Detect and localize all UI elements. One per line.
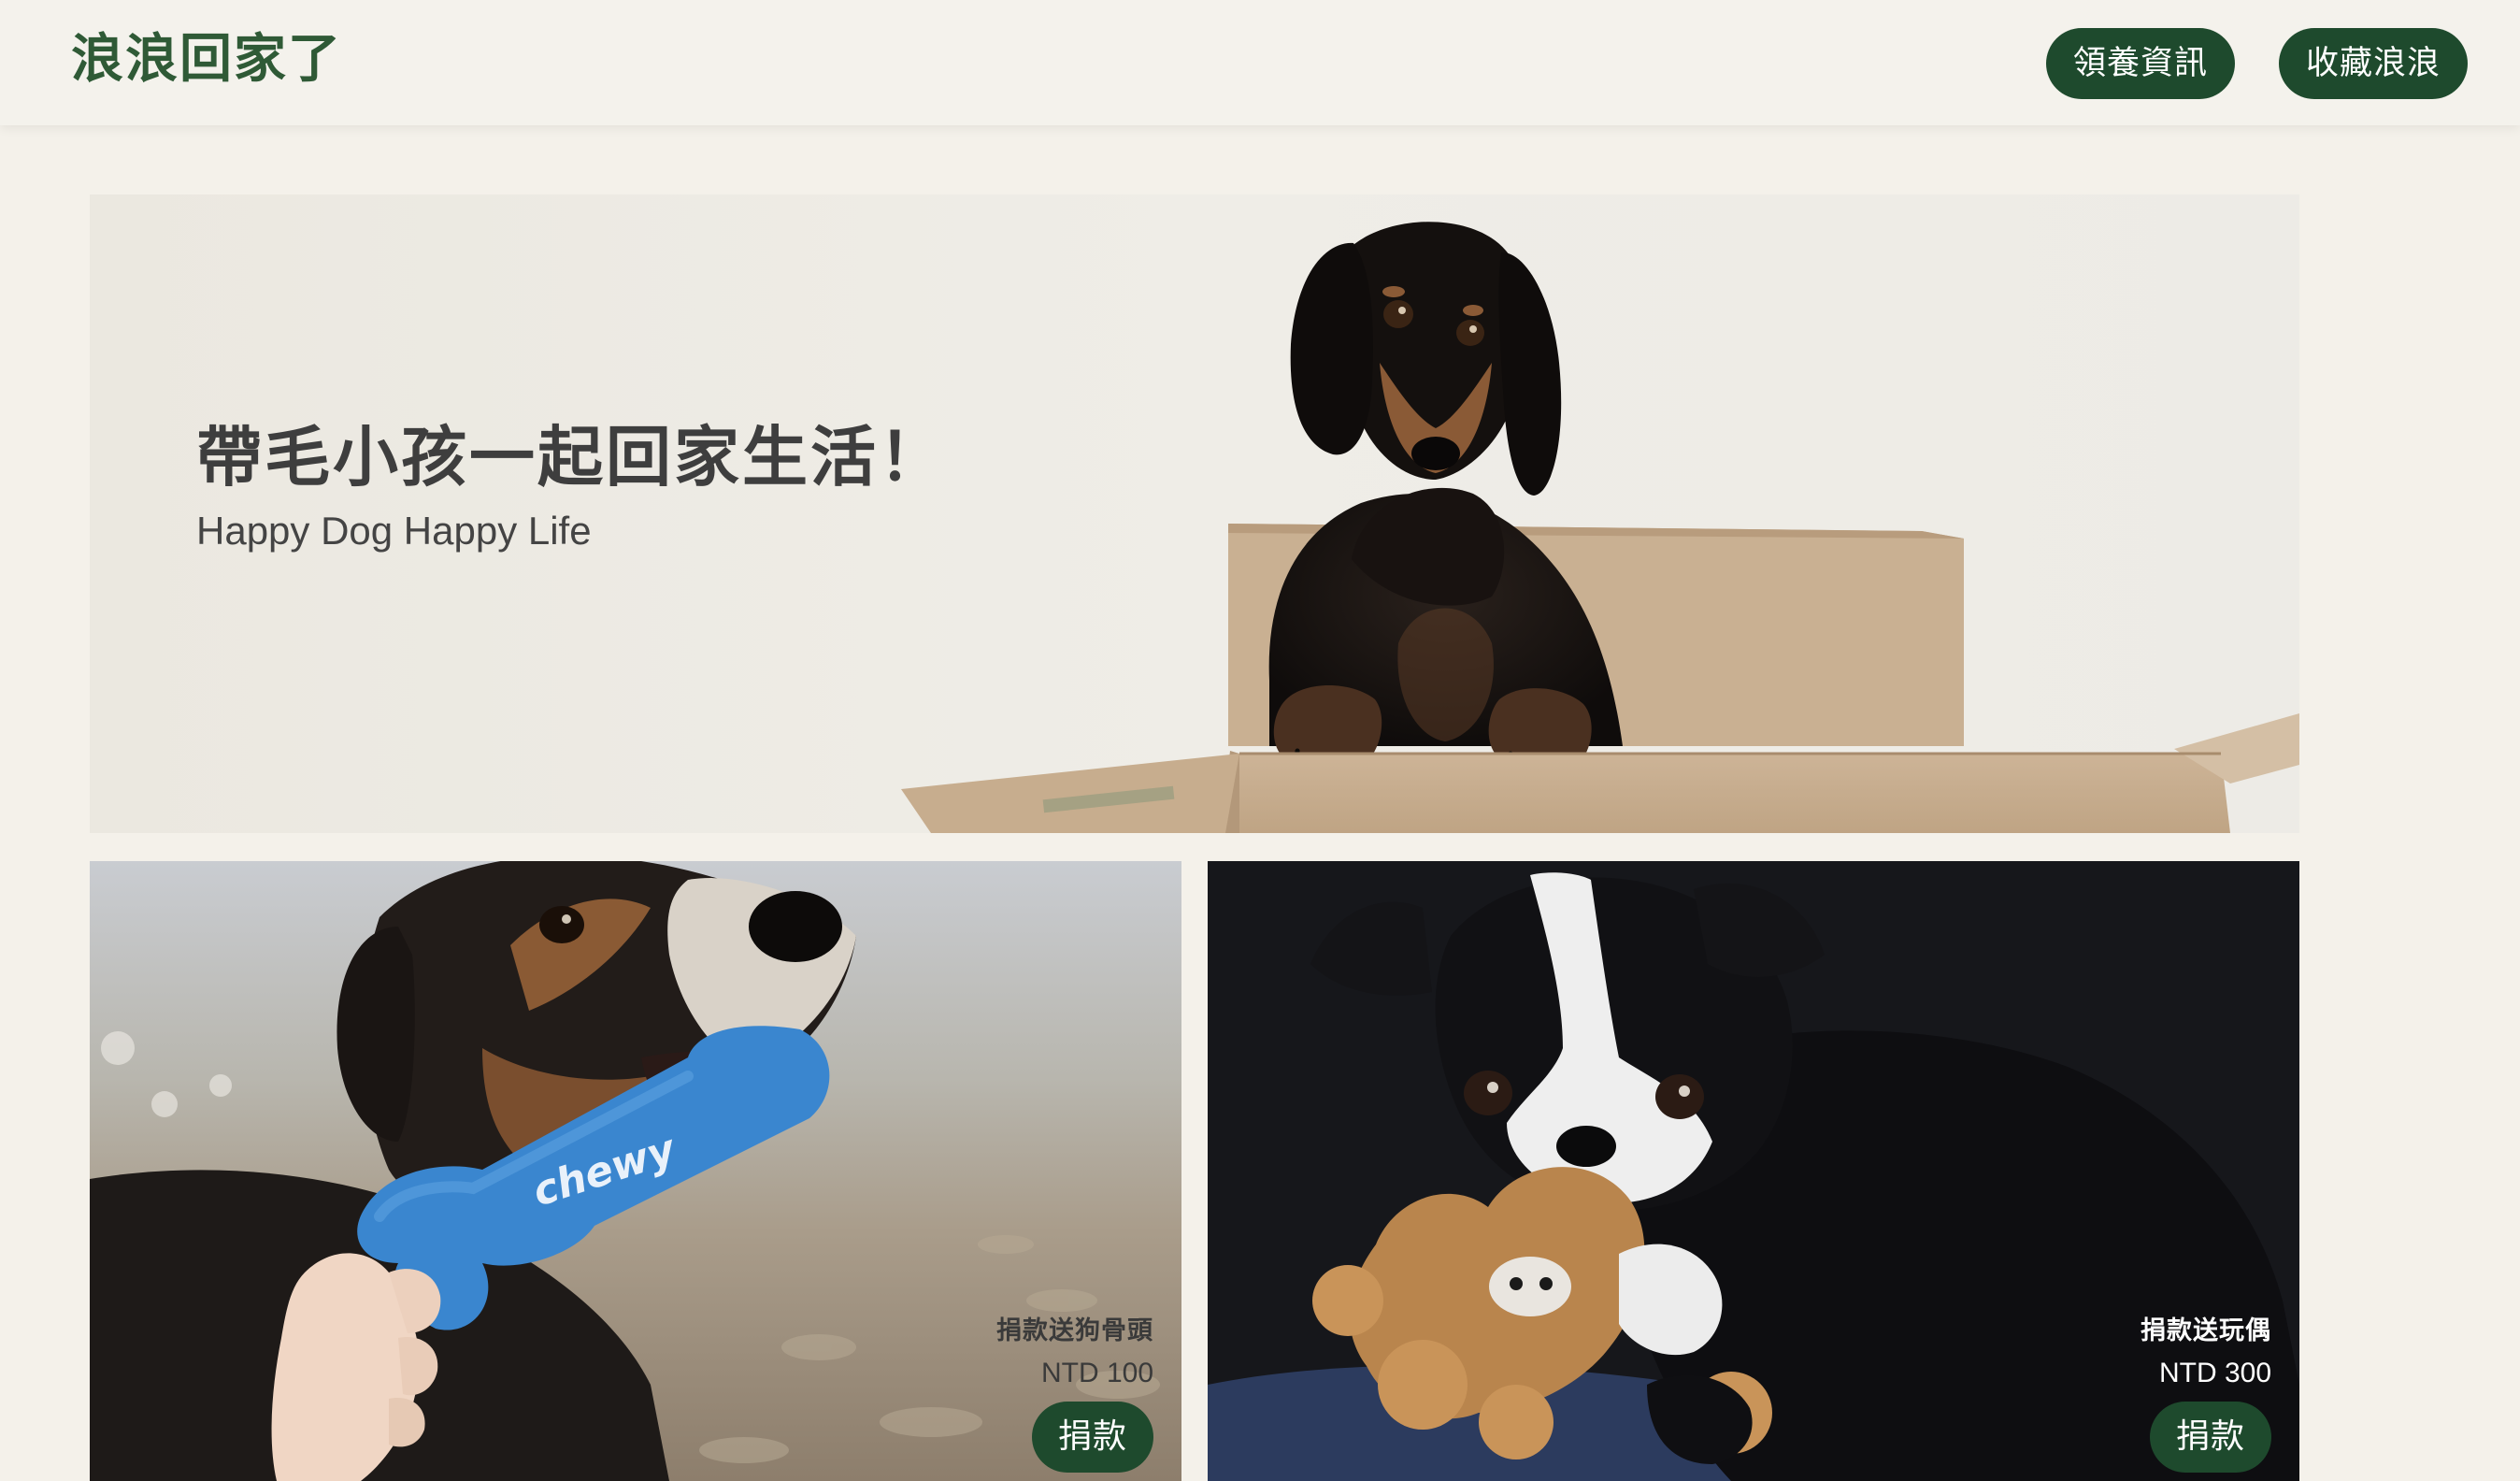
product-card-bone[interactable]: chewy 捐款送狗骨頭 NTD 100 捐款 <box>90 861 1181 1481</box>
nav-adoption-info-button[interactable]: 領養資訊 <box>2046 28 2235 99</box>
donate-button[interactable]: 捐款 <box>2150 1402 2271 1473</box>
product-price: NTD 300 <box>2158 1358 2271 1388</box>
product-info: 捐款送玩偶 NTD 300 <box>2141 1313 2271 1395</box>
donate-button[interactable]: 捐款 <box>1032 1402 1153 1473</box>
product-name: 捐款送狗骨頭 <box>996 1316 1153 1345</box>
hero-banner: 帶毛小孩一起回家生活！ Happy Dog Happy Life <box>90 194 2299 833</box>
product-info: 捐款送狗骨頭 NTD 100 <box>996 1313 1153 1395</box>
site-header: 浪浪回家了 領養資訊 收藏浪浪 <box>0 0 2520 125</box>
hero-title: 帶毛小孩一起回家生活！ <box>196 419 947 496</box>
site-logo[interactable]: 浪浪回家了 <box>71 26 342 93</box>
puppy-with-plush-photo <box>1208 861 2299 1481</box>
nav-favorites-button[interactable]: 收藏浪浪 <box>2279 28 2468 99</box>
hero-subtitle: Happy Dog Happy Life <box>196 509 592 553</box>
product-name: 捐款送玩偶 <box>2141 1316 2271 1345</box>
product-card-plush[interactable]: 捐款送玩偶 NTD 300 捐款 <box>1208 861 2299 1481</box>
product-price: NTD 100 <box>1040 1358 1153 1388</box>
